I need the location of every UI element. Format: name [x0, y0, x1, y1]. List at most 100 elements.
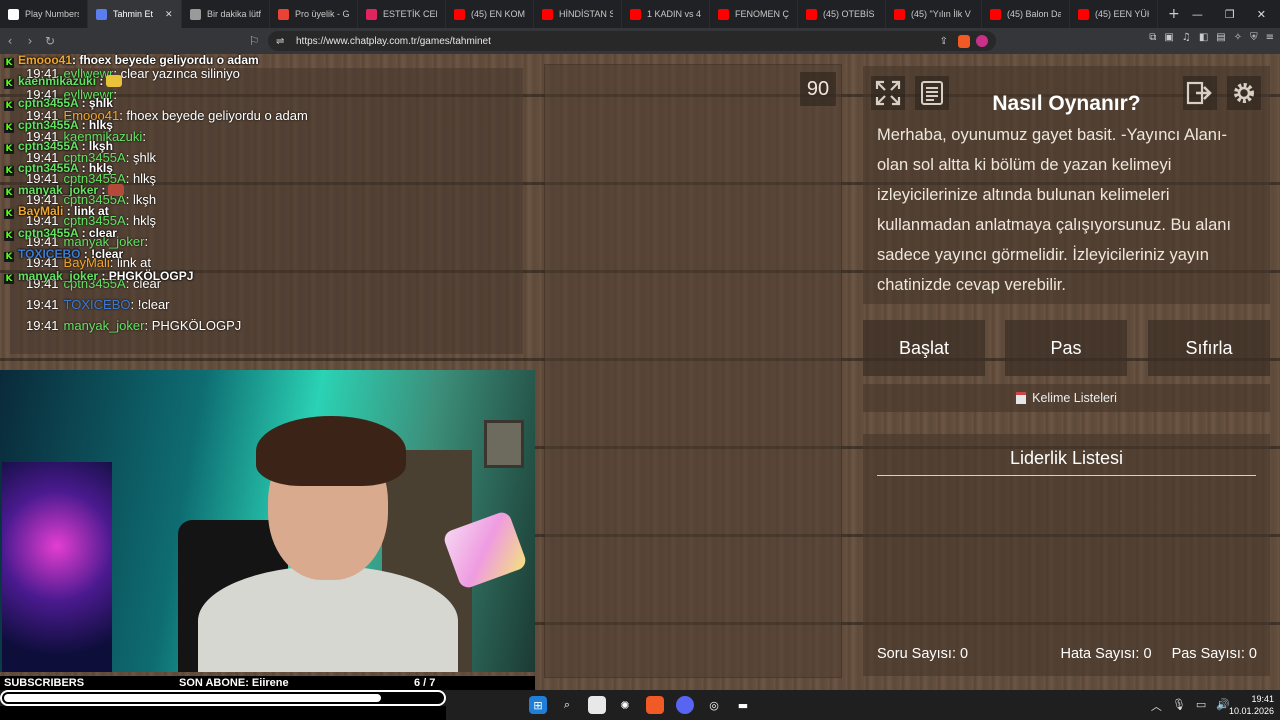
chat-message: : fhoex beyede geliyordu o adam [119, 108, 308, 123]
search-icon[interactable]: ⌕ [558, 696, 576, 714]
minimize-icon[interactable]: — [1192, 8, 1203, 21]
kick-badge-icon: K [4, 79, 14, 89]
subscriber-goal: 6 / 7 [414, 677, 436, 689]
how-to-play-text: Merhaba, oyunumuz gayet basit. -Yayıncı … [877, 126, 1232, 294]
chat-username[interactable]: kaenmikazuki [18, 74, 96, 88]
pass-count: Pas Sayısı: 0 [1171, 646, 1257, 662]
brave-shields-icon[interactable] [958, 34, 970, 48]
chat-username[interactable]: TOXICEBO [18, 247, 80, 261]
kick-badge-icon: K [4, 58, 14, 68]
volume-icon[interactable]: 🔊 [1216, 698, 1230, 714]
windows-taskbar: ⊞ ⌕ ✺ ◎ ▬ ︿ 🎙 ▭ 🔊 19:41 10.01.2026 [446, 690, 1280, 720]
streamer-area-panel [544, 64, 842, 678]
chat-message: : !clear [80, 247, 124, 261]
pass-button[interactable]: Pas [1005, 320, 1127, 376]
media-icon[interactable]: ♫ [1182, 32, 1191, 43]
chatgpt-icon[interactable]: ✺ [616, 696, 634, 714]
error-count: Hata Sayısı: 0 [1060, 646, 1152, 662]
network-icon[interactable]: ▭ [1196, 698, 1206, 714]
tab-title: 1 KADIN vs 4 E [647, 9, 701, 19]
webcam-feed [0, 370, 535, 672]
start-button[interactable]: Başlat [863, 320, 985, 376]
start-icon[interactable]: ⊞ [529, 696, 547, 714]
chat-username[interactable]: cptn3455A [18, 139, 78, 153]
chat-overlay-line: Kkaenmikazuki : [4, 74, 123, 89]
kick-badge-icon: K [4, 274, 14, 284]
browser-tab[interactable]: (45) EEN YÜKSE [1070, 0, 1158, 28]
tab-title: (45) "Yılın İlk V [911, 9, 971, 19]
taskbar-clock[interactable]: 19:41 10.01.2026 [1229, 693, 1274, 717]
chat-username[interactable]: manyak_joker [18, 183, 98, 197]
word-lists-button[interactable]: Kelime Listeleri [863, 384, 1270, 412]
last-subscriber: SON ABONE: Eiirene [179, 677, 289, 689]
chat-overlay-line: Kmanyak_joker : PHGKÖLOGPJ [4, 269, 193, 284]
chat-username[interactable]: manyak_joker [18, 269, 98, 283]
reset-button[interactable]: Sıfırla [1148, 320, 1270, 376]
brave-icon[interactable] [646, 696, 664, 714]
browser-tab[interactable]: FENOMEN ÇİFT [710, 0, 798, 28]
stats-row: Soru Sayısı: 0 Hata Sayısı: 0 Pas Sayısı… [877, 646, 1257, 662]
browser-tab[interactable]: 1 KADIN vs 4 E [622, 0, 710, 28]
chat-username[interactable]: cptn3455A [18, 96, 78, 110]
chat-message: : PHGKÖLOGPJ [98, 269, 194, 283]
browser-tab[interactable]: (45) "Yılın İlk V [886, 0, 982, 28]
chat-username[interactable]: TOXICEBO [64, 297, 131, 312]
emote-icon [106, 75, 123, 87]
browser-tab[interactable]: (45) Balon Date [982, 0, 1070, 28]
new-tab-button[interactable]: + [1158, 6, 1190, 22]
chat-message: : lkşh [78, 139, 113, 153]
chat-overlay-line: Kcptn3455A : hlkş [4, 118, 113, 133]
vpn-icon[interactable]: ⛨ [1250, 32, 1258, 43]
chat-log-line: 19:41 TOXICEBO: !clear [26, 297, 170, 312]
timer: 90 [800, 72, 836, 106]
close-window-icon[interactable]: ✕ [1257, 8, 1266, 21]
mic-icon[interactable]: 🎙 [1172, 698, 1186, 714]
sidebar-icon[interactable]: ◧ [1199, 32, 1208, 43]
menu-icon[interactable]: ≡ [1266, 32, 1274, 43]
restore-icon[interactable]: ❐ [1225, 8, 1235, 21]
word-lists-label: Kelime Listeleri [1032, 391, 1117, 405]
chat-username[interactable]: Emooo41 [18, 53, 72, 67]
kick-badge-icon: K [4, 209, 14, 219]
screenshot-icon[interactable]: ▣ [1164, 32, 1173, 43]
chat-message: : hklş [125, 213, 157, 228]
kick-badge-icon: K [4, 252, 14, 262]
brave-rewards-icon[interactable] [976, 35, 988, 47]
share-icon[interactable]: ⇪ [940, 36, 948, 47]
kick-badge-icon: K [4, 101, 14, 111]
tray-expand-icon[interactable]: ︿ [1151, 698, 1162, 714]
kick-badge-icon: K [4, 123, 14, 133]
chat-username[interactable]: cptn3455A [18, 161, 78, 175]
obs-icon[interactable]: ◎ [705, 696, 723, 714]
chat-overlay-line: K BayMali : link at [4, 204, 109, 219]
chat-overlay-line: K TOXICEBO : !clear [4, 247, 123, 262]
exit-button[interactable] [1183, 76, 1217, 110]
leo-ai-icon[interactable]: ✧ [1234, 32, 1242, 43]
browser-toolbar-icons: ⧉ ▣ ♫ ◧ ▤ ✧ ⛨ ≡ [1149, 32, 1274, 43]
chat-username[interactable]: manyak_joker [64, 318, 145, 333]
chat-message: : !clear [130, 297, 170, 312]
how-to-play-panel: Nasıl Oynanır? Merhaba, oyunumuz gayet b… [863, 66, 1270, 304]
chat-username[interactable]: cptn3455A [18, 226, 78, 240]
chat-message: : hklş [78, 161, 113, 175]
file-explorer-icon[interactable] [588, 696, 606, 714]
chat-username[interactable]: BayMali [18, 204, 63, 218]
chat-overlay-line: Kcptn3455A : lkşh [4, 139, 113, 154]
wallet-icon[interactable]: ▤ [1216, 32, 1225, 43]
chat-username[interactable]: cptn3455A [18, 118, 78, 132]
browser-tab[interactable]: HİNDİSTAN SO [534, 0, 622, 28]
browser-tab[interactable]: (45) OTEBİS | M [798, 0, 886, 28]
subscriber-progress-fill [4, 694, 382, 702]
tab-title: (45) Balon Date [1007, 9, 1061, 19]
kick-badge-icon: K [4, 166, 14, 176]
chat-message: : lkşh [125, 192, 157, 207]
extensions-icon[interactable]: ⧉ [1149, 32, 1156, 43]
chat-message: : [98, 183, 106, 197]
system-tray: ︿ 🎙 ▭ 🔊 [1151, 698, 1230, 714]
app-icon[interactable]: ▬ [734, 696, 752, 714]
discord-icon[interactable] [676, 696, 694, 714]
settings-button[interactable] [1227, 76, 1261, 110]
chat-message: : clear [78, 226, 117, 240]
chat-message: : [96, 74, 104, 88]
leaderboard-title: Liderlik Listesi [877, 448, 1256, 476]
